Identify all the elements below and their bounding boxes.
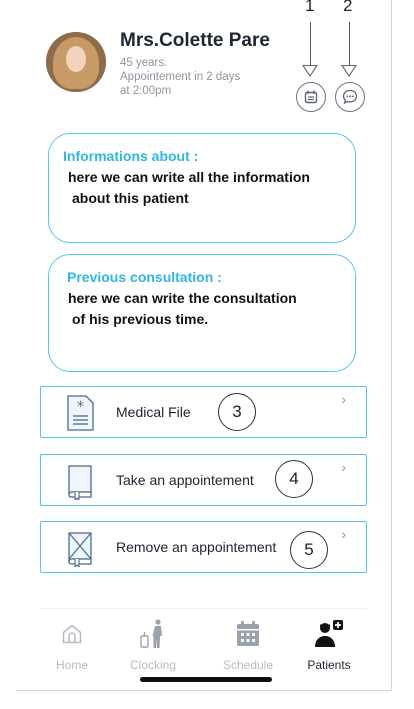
tab-clocking-label: Clocking <box>129 658 177 672</box>
take-appointment-button[interactable]: Take an appointement › <box>40 454 367 506</box>
previous-consultation-text: here we can write the consultation of hi… <box>63 288 341 330</box>
previous-consultation-line-1: here we can write the consultation <box>68 290 297 306</box>
annotation-arrow-2 <box>341 65 357 77</box>
annotation-arrow-1 <box>302 65 318 77</box>
patient-age: 45 years. <box>120 57 168 69</box>
phone-frame-edge <box>391 0 392 690</box>
patient-info-card: Informations about : here we can write a… <box>48 133 356 243</box>
tab-schedule[interactable]: Schedule <box>213 616 283 672</box>
chat-bubble-icon <box>342 89 358 105</box>
appointment-line-2: at 2:00pm <box>120 85 172 97</box>
tab-home-label: Home <box>55 658 88 672</box>
medical-file-label: Medical File <box>116 404 191 420</box>
avatar <box>46 32 106 92</box>
patient-name: Mrs.Colette Pare <box>120 30 270 51</box>
patient-info-line-1: here we can write all the information <box>68 169 310 185</box>
annotation-number-4: 4 <box>275 460 313 498</box>
message-button[interactable] <box>335 82 365 112</box>
home-indicator[interactable] <box>140 677 272 682</box>
patient-info-text: here we can write all the information ab… <box>63 167 341 209</box>
chevron-right-icon: › <box>341 459 346 475</box>
annotation-number-1: 1 <box>305 0 315 15</box>
medical-file-button[interactable]: * Medical File › <box>40 386 367 438</box>
calendar-icon <box>237 621 259 646</box>
book-icon <box>68 465 92 500</box>
tabbar-divider <box>40 608 367 609</box>
patient-info-title: Informations about : <box>63 148 199 164</box>
remove-appointment-label: Remove an appointement <box>116 539 277 555</box>
chevron-right-icon: › <box>341 391 346 407</box>
tab-patients-label: Patients <box>307 658 351 672</box>
annotation-line-1 <box>310 22 311 66</box>
svg-text:*: * <box>77 399 84 415</box>
appointment-line-1: Appointement in 2 days <box>120 71 241 83</box>
previous-consultation-title: Previous consultation : <box>67 269 222 285</box>
phone-frame-bottom <box>16 690 392 691</box>
patient-meta: 45 years. Appointement in 2 days at 2:00… <box>120 56 280 98</box>
medical-file-icon: * <box>67 395 94 431</box>
take-appointment-label: Take an appointement <box>116 472 254 488</box>
tab-home[interactable]: Home <box>37 616 107 672</box>
chevron-right-icon: › <box>341 526 346 542</box>
book-crossed-icon <box>68 532 92 567</box>
calendar-icon <box>304 90 318 104</box>
home-icon <box>62 624 82 644</box>
tab-patients[interactable]: Patients <box>294 616 364 672</box>
annotation-number-5: 5 <box>290 531 328 569</box>
patient-info-line-2: about this patient <box>72 190 189 206</box>
previous-consultation-card: Previous consultation : here we can writ… <box>48 254 356 372</box>
patients-icon <box>315 620 343 647</box>
calendar-button[interactable] <box>296 82 326 112</box>
annotation-number-3: 3 <box>218 393 256 431</box>
annotation-line-2 <box>349 22 350 66</box>
tab-clocking[interactable]: Clocking <box>118 616 188 672</box>
tab-schedule-label: Schedule <box>222 658 274 672</box>
clocking-icon <box>140 619 162 648</box>
previous-consultation-line-2: of his previous time. <box>72 311 209 327</box>
annotation-number-2: 2 <box>343 0 353 15</box>
